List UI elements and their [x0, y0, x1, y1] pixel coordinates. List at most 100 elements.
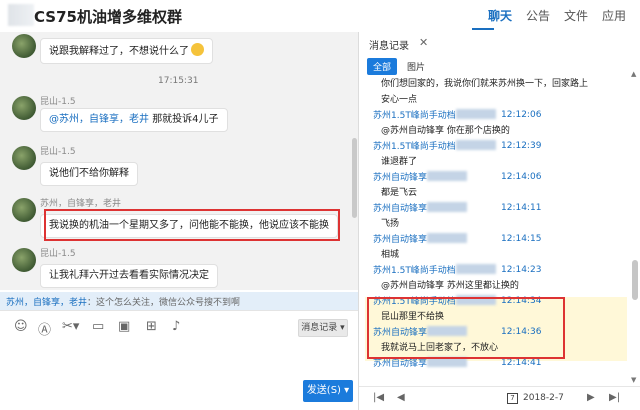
tab-apps[interactable]: 应用 — [602, 7, 626, 24]
history-time: 12:12:06 — [501, 110, 542, 120]
redacted-name — [427, 171, 468, 181]
redacted-name — [455, 109, 496, 119]
filter-all[interactable]: 全部 — [367, 58, 398, 75]
timestamp: 17:15:31 — [158, 76, 199, 86]
smiley-icon[interactable]: ☺ — [14, 319, 28, 334]
message-text: 让我礼拜六开过去看看实际情况决定 — [49, 270, 209, 281]
history-sender[interactable]: 苏州1.5T峰尚手动档 — [373, 111, 456, 121]
tab-files[interactable]: 文件 — [564, 7, 588, 24]
history-text: 安心一点 — [381, 94, 418, 105]
history-time: 12:14:23 — [501, 265, 542, 275]
chat-area[interactable]: 说跟我解释过了，不想说什么了 17:15:31 昆山-1.5 @苏州，自锋享，老… — [0, 32, 358, 290]
avatar[interactable] — [12, 146, 36, 170]
history-text: @苏州自动锋享 苏州这里都让换的 — [381, 280, 519, 291]
message-bubble: 说跟我解释过了，不想说什么了 — [40, 38, 213, 64]
prev-page-icon[interactable]: ◀ — [397, 392, 405, 403]
calendar-icon[interactable]: 7 — [507, 393, 518, 404]
folder-icon[interactable]: ▭ — [92, 319, 104, 334]
input-area[interactable]: ☺ Ⓐ ✂▾ ▭ ▣ ⊞ ♪ 消息记录 ▾ 发送(S) ▾ — [0, 310, 358, 410]
top-nav: 聊天 公告 文件 应用 — [488, 7, 640, 24]
scroll-down-icon[interactable]: ▼ — [631, 376, 636, 384]
history-time: 12:14:11 — [501, 203, 542, 213]
history-text: @苏州自动锋享 你在那个店换的 — [381, 125, 510, 136]
title-bar: CS75机油增多维权群 聊天 公告 文件 应用 — [0, 0, 640, 32]
notice-text: ：这个怎么关注，微信公众号搜不到啊 — [87, 298, 241, 308]
history-message-row: 谁退群了 — [381, 156, 417, 168]
history-text: 谁退群了 — [381, 156, 418, 167]
message-text: 那就投诉4儿子 — [152, 114, 219, 125]
redacted-name — [455, 264, 496, 274]
history-sender-row: 苏州自动锋享 12:14:06 — [373, 171, 541, 184]
bag-icon[interactable]: ⊞ — [146, 319, 157, 334]
history-sender-row: 苏州1.5T峰尚手动档 12:12:06 — [373, 109, 541, 122]
message-bubble: 让我礼拜六开过去看看实际情况决定 — [40, 264, 218, 288]
history-time: 12:14:06 — [501, 172, 542, 182]
history-text: 飞扬 — [381, 218, 400, 229]
history-message-row: 你们想回家的，我说你们就来苏州换一下，回家路上 — [381, 78, 588, 90]
history-sender-row: 苏州自动锋享 12:14:11 — [373, 202, 541, 215]
history-sender[interactable]: 苏州1.5T峰尚手动档 — [373, 142, 456, 152]
first-page-icon[interactable]: |◀ — [373, 392, 384, 403]
message-text: 说他们不给你解释 — [49, 168, 129, 179]
avatar[interactable] — [12, 248, 36, 272]
avatar[interactable] — [12, 96, 36, 120]
history-message-row: 飞扬 — [381, 218, 399, 230]
redacted-name — [427, 202, 468, 212]
scissors-icon[interactable]: ✂▾ — [62, 319, 79, 334]
history-sender-row: 苏州1.5T峰尚手动档 12:14:23 — [373, 264, 541, 277]
message-history-button[interactable]: 消息记录 ▾ — [298, 319, 348, 337]
font-icon[interactable]: Ⓐ — [38, 319, 51, 338]
send-button[interactable]: 发送(S) ▾ — [303, 380, 353, 402]
mic-icon[interactable]: ♪ — [172, 319, 180, 334]
next-page-icon[interactable]: ▶ — [587, 392, 595, 403]
mention-notice-bar[interactable]: 苏州，自锋享，老井：这个怎么关注，微信公众号搜不到啊 — [0, 292, 358, 310]
history-text: 你们想回家的，我说你们就来苏州换一下，回家路上 — [381, 79, 589, 89]
history-list[interactable]: 你们想回家的，我说你们就来苏州换一下，回家路上 安心一点苏州1.5T峰尚手动档 12… — [359, 78, 629, 388]
avatar[interactable] — [12, 34, 36, 58]
history-sender[interactable]: 苏州自动锋享 — [373, 204, 427, 214]
history-scrollbar[interactable] — [632, 78, 638, 393]
history-button-label: 消息记录 — [301, 323, 338, 333]
mention[interactable]: @苏州，自锋享，老井 — [49, 114, 149, 125]
avatar[interactable] — [12, 198, 36, 222]
smiley-emoji-icon — [191, 43, 204, 56]
group-avatar — [8, 4, 34, 26]
send-label: 发送(S) — [306, 385, 341, 396]
history-sender[interactable]: 苏州自动锋享 — [373, 235, 427, 245]
history-sender[interactable]: 苏州1.5T峰尚手动档 — [373, 266, 456, 276]
sender-name: 昆山-1.5 — [40, 249, 76, 259]
history-message-row: 都是飞云 — [381, 187, 417, 199]
chat-scrollbar[interactable] — [352, 68, 357, 290]
history-title: 消息记录 — [369, 41, 409, 52]
history-message-row: 安心一点 — [381, 94, 417, 106]
sender-name: 昆山-1.5 — [40, 147, 76, 157]
tab-chat[interactable]: 聊天 — [488, 7, 512, 24]
history-sender[interactable]: 苏州自动锋享 — [373, 173, 427, 183]
history-footer: |◀ ◀ 7 2018-2-7 ▶ ▶| — [359, 386, 640, 410]
history-time: 12:14:15 — [501, 234, 542, 244]
filter-images[interactable]: 图片 — [407, 58, 425, 75]
history-message-row: @苏州自动锋享 你在那个店换的 — [381, 125, 510, 137]
history-sender[interactable]: 苏州自动锋享 — [373, 359, 427, 369]
tab-announcement[interactable]: 公告 — [526, 7, 550, 24]
sender-name: 昆山-1.5 — [40, 97, 76, 107]
scroll-up-icon[interactable]: ▲ — [631, 70, 636, 78]
history-header: 消息记录 ✕ — [359, 32, 640, 54]
highlight-box — [367, 297, 565, 359]
message-bubble: @苏州，自锋享，老井 那就投诉4儿子 — [40, 108, 228, 132]
message-bubble: 说他们不给你解释 — [40, 162, 138, 186]
history-filters: 全部 图片 — [367, 58, 425, 75]
sender-name: 苏州，自锋享，老井 — [40, 199, 122, 209]
scrollbar-thumb[interactable] — [352, 138, 357, 218]
history-sender-row: 苏州自动锋享 12:14:15 — [373, 233, 541, 246]
group-title: CS75机油增多维权群 — [34, 8, 182, 26]
scrollbar-thumb[interactable] — [632, 260, 638, 300]
history-time: 12:12:39 — [501, 141, 542, 151]
close-icon[interactable]: ✕ — [419, 36, 428, 49]
history-date: 2018-2-7 — [523, 393, 564, 403]
active-tab-indicator — [472, 28, 494, 30]
image-icon[interactable]: ▣ — [118, 319, 130, 334]
notice-mention[interactable]: 苏州，自锋享，老井 — [6, 298, 87, 308]
history-text: 都是飞云 — [381, 187, 418, 198]
last-page-icon[interactable]: ▶| — [609, 392, 620, 403]
